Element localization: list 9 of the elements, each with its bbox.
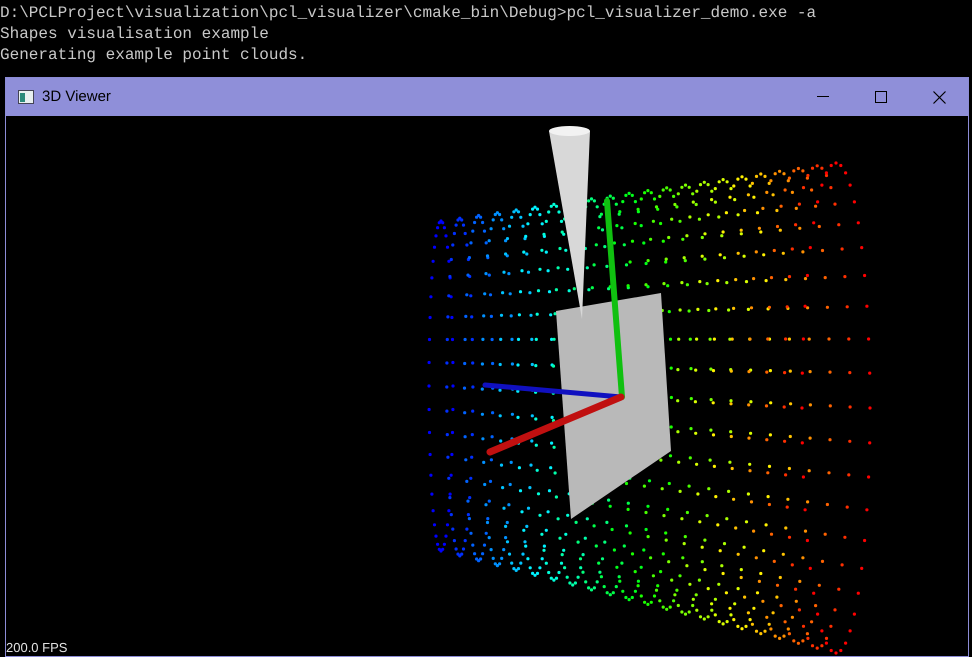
console-line: Shapes visualisation example — [0, 24, 269, 45]
minimize-icon — [817, 96, 829, 98]
close-icon — [932, 90, 946, 104]
maximize-icon — [875, 91, 887, 103]
console-line: D:\PCLProject\visualization\pcl_visualizer\cmake_bin\Debug>pcl_visualizer_demo.exe -a — [0, 3, 816, 24]
fps-counter: 200.0 FPS — [6, 641, 68, 654]
window-title: 3D Viewer — [42, 86, 111, 107]
console-line: Generating example point clouds. — [0, 45, 308, 66]
app-icon — [18, 90, 34, 104]
